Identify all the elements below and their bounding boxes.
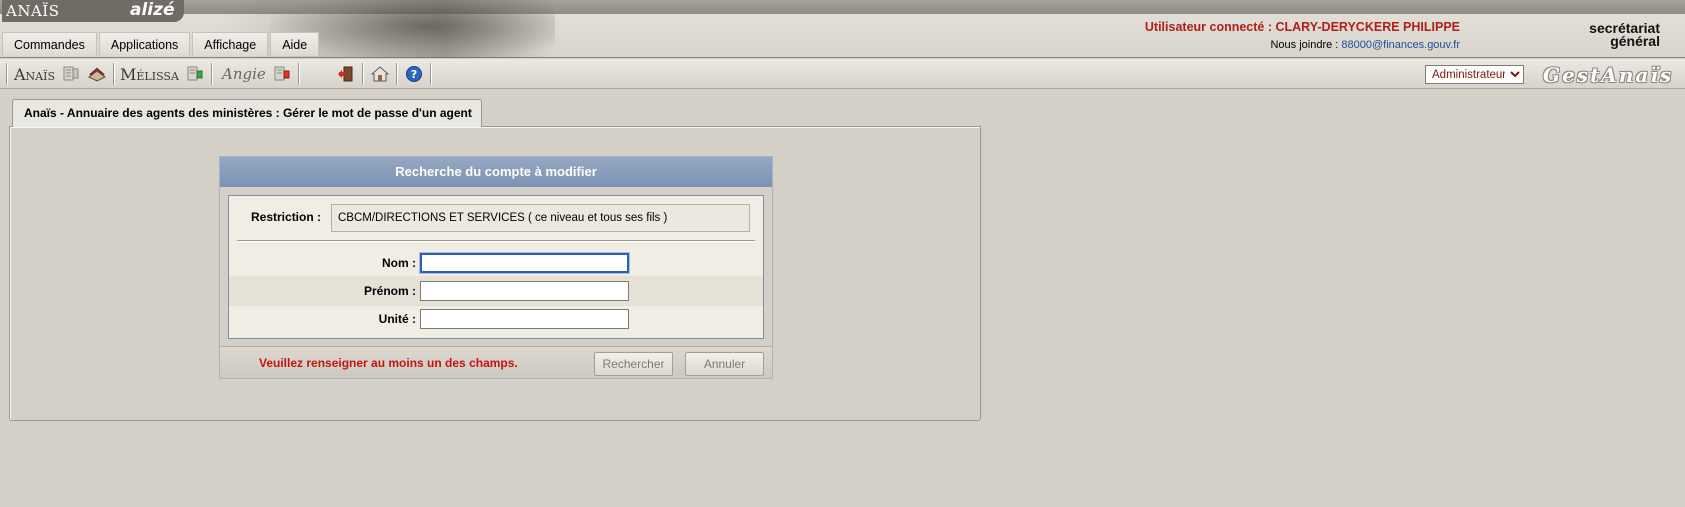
- search-form: Restriction : CBCM/DIRECTIONS ET SERVICE…: [228, 195, 764, 339]
- dialog-footer: Veuillez renseigner au moins un des cham…: [220, 346, 772, 378]
- main-menubar: Commandes Applications Affichage Aide: [2, 32, 320, 56]
- top-banner: ANAÏS alizé Commandes Applications Affic…: [0, 0, 1685, 58]
- prenom-input[interactable]: [420, 281, 629, 301]
- toolbar: Anaïs Mélissa Angie ? Administrateur Ges…: [0, 59, 1685, 89]
- menu-commandes[interactable]: Commandes: [2, 32, 97, 56]
- form-divider: [237, 240, 755, 242]
- search-button[interactable]: Rechercher: [594, 352, 673, 376]
- toolbar-separator: [113, 63, 116, 85]
- book-icon[interactable]: [87, 64, 107, 84]
- svg-text:?: ?: [411, 68, 417, 81]
- directory-add-icon[interactable]: [61, 64, 81, 84]
- unite-label: Unité :: [378, 312, 416, 326]
- org-line-2: général: [1610, 33, 1660, 49]
- user-info: Utilisateur connecté : CLARY-DERYCKERE P…: [1145, 20, 1460, 51]
- search-account-dialog: Recherche du compte à modifier Restricti…: [219, 156, 773, 379]
- restriction-row: Restriction : CBCM/DIRECTIONS ET SERVICE…: [229, 202, 763, 232]
- connected-user-label: Utilisateur connecté : CLARY-DERYCKERE P…: [1144, 20, 1460, 34]
- contact-prefix: Nous joindre :: [1270, 39, 1339, 51]
- field-row-nom: Nom :: [229, 248, 763, 278]
- toolbar-angie-group: Angie: [222, 62, 300, 86]
- directory-add-icon[interactable]: [185, 64, 205, 84]
- toolbar-anais-group: Anaïs: [6, 62, 116, 86]
- toolbar-separator: [297, 63, 300, 85]
- unite-input[interactable]: [420, 309, 629, 329]
- directory-add-icon[interactable]: [272, 64, 292, 84]
- menu-affichage[interactable]: Affichage: [192, 32, 269, 56]
- toolbar-separator: [210, 63, 213, 85]
- menu-aide[interactable]: Aide: [270, 32, 320, 56]
- dialog-title: Recherche du compte à modifier: [220, 157, 772, 187]
- alize-logo: alizé: [122, 0, 184, 22]
- anais-app-button[interactable]: Anaïs: [14, 65, 55, 84]
- gestanais-logo: GestAnaïs: [1543, 63, 1674, 87]
- tab-manage-password[interactable]: Anaïs - Annuaire des agents des ministèr…: [12, 99, 482, 127]
- field-row-prenom: Prénom :: [229, 276, 763, 306]
- nom-label: Nom :: [382, 256, 416, 270]
- role-select[interactable]: Administrateur: [1425, 65, 1524, 84]
- toolbar-separator: [6, 63, 8, 85]
- exit-door-icon[interactable]: [336, 64, 356, 84]
- toolbar-separator: [396, 63, 398, 85]
- validation-warning: Veuillez renseigner au moins un des cham…: [259, 356, 518, 370]
- home-icon[interactable]: [370, 64, 390, 84]
- menu-applications[interactable]: Applications: [98, 32, 191, 56]
- toolbar-separator: [430, 63, 432, 85]
- angie-app-button[interactable]: Angie: [222, 65, 266, 83]
- cancel-button[interactable]: Annuler: [685, 352, 764, 376]
- toolbar-nav-group: ?: [336, 62, 432, 86]
- contact-line: Nous joindre : 88000@finances.gouv.fr: [1145, 39, 1460, 51]
- restriction-label: Restriction :: [251, 210, 322, 224]
- prenom-label: Prénom :: [363, 284, 416, 298]
- help-icon[interactable]: ?: [404, 64, 424, 84]
- toolbar-melissa-group: Mélissa: [120, 62, 213, 86]
- melissa-app-button[interactable]: Mélissa: [120, 65, 179, 84]
- anais-logo: ANAÏS: [2, 0, 122, 22]
- secretariat-general-logo: secrétariat général: [1589, 21, 1660, 49]
- toolbar-separator: [362, 63, 364, 85]
- restriction-value: CBCM/DIRECTIONS ET SERVICES ( ce niveau …: [331, 204, 750, 232]
- field-row-unite: Unité :: [229, 304, 763, 334]
- nom-input[interactable]: [420, 253, 629, 273]
- contact-email-link[interactable]: 88000@finances.gouv.fr: [1341, 39, 1460, 51]
